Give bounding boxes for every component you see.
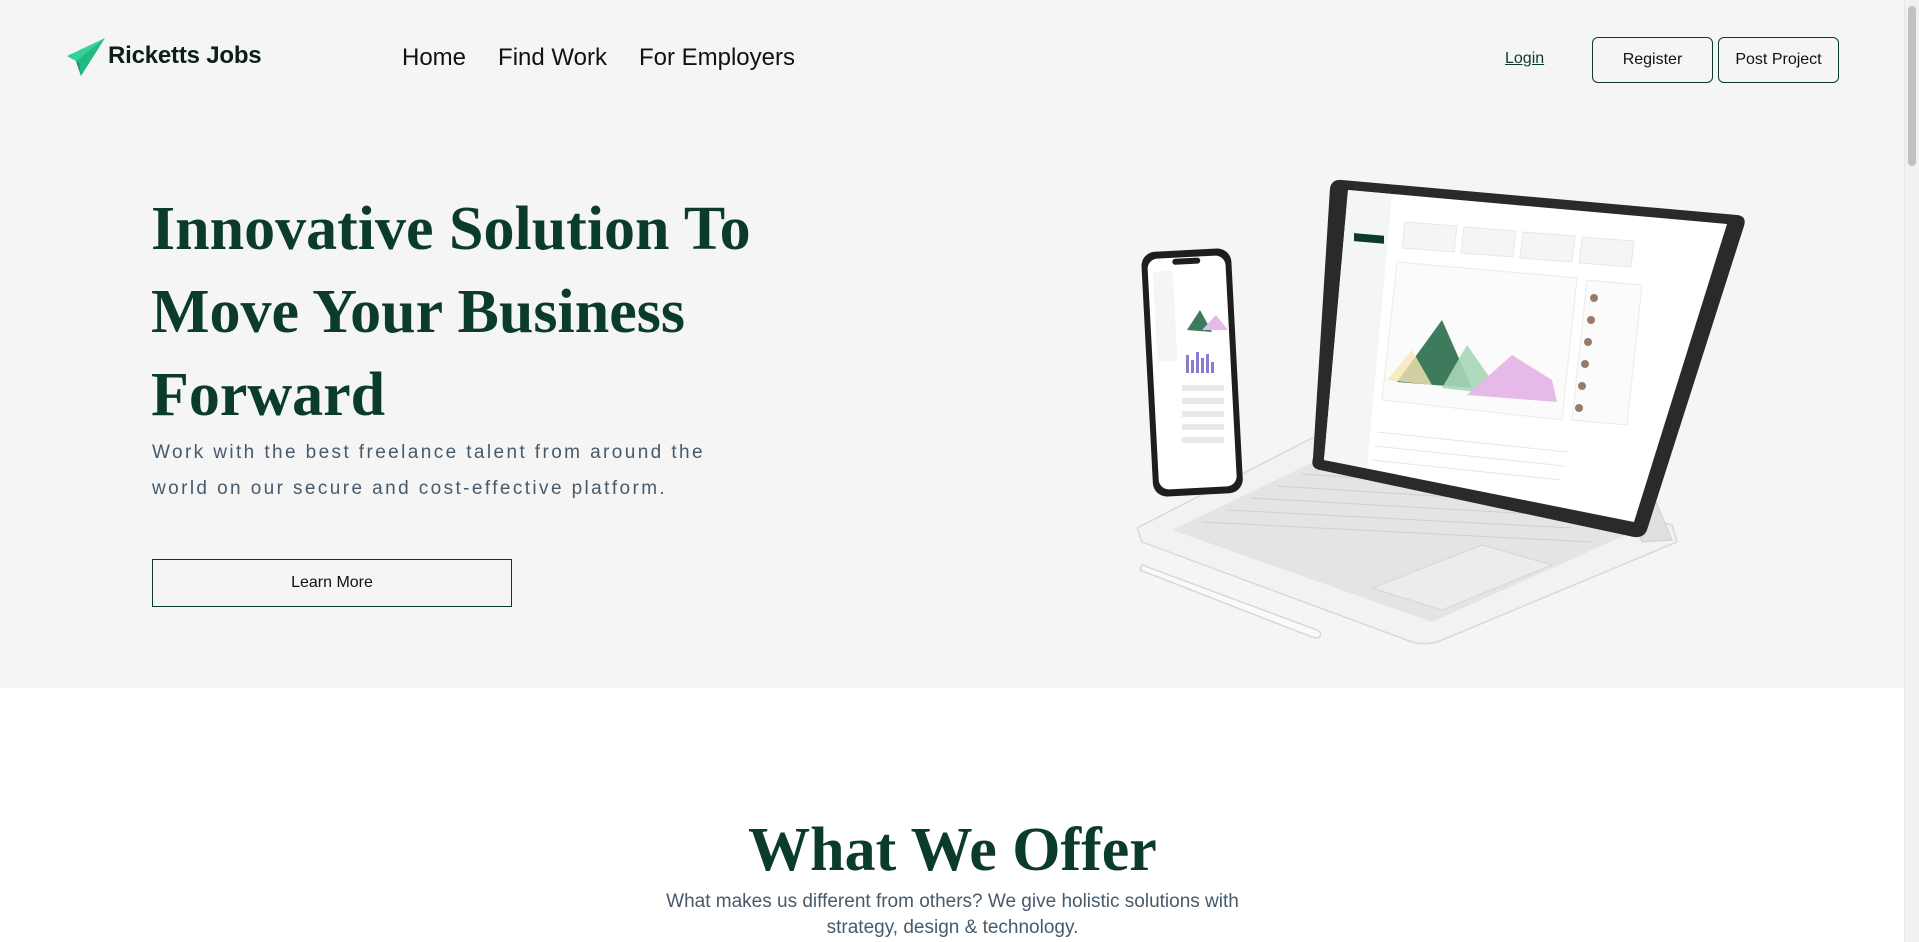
offer-subtitle: What makes us different from others? We … [666, 891, 1239, 938]
brand-logo[interactable]: Ricketts Jobs [66, 36, 262, 76]
hero-title: Innovative Solution To Move Your Busines… [151, 195, 751, 429]
hero-subtitle: Work with the best freelance talent from… [152, 442, 705, 499]
devices-illustration [1136, 179, 1745, 645]
login-link[interactable]: Login [1505, 50, 1544, 68]
register-button[interactable]: Register [1592, 37, 1713, 83]
paper-plane-icon [67, 38, 105, 76]
nav-item-home[interactable]: Home [402, 44, 466, 72]
nav-item-for-employers[interactable]: For Employers [639, 44, 795, 72]
scrollbar-thumb[interactable] [1908, 6, 1916, 166]
main-nav: Home Find Work For Employers [402, 44, 795, 72]
post-project-button[interactable]: Post Project [1718, 37, 1839, 83]
page-scrollbar[interactable] [1904, 0, 1919, 942]
brand-name: Ricketts Jobs [108, 42, 262, 69]
phone-image [1141, 248, 1243, 497]
nav-item-find-work[interactable]: Find Work [498, 44, 607, 72]
offer-title: What We Offer [748, 816, 1157, 884]
learn-more-button[interactable]: Learn More [152, 559, 512, 607]
